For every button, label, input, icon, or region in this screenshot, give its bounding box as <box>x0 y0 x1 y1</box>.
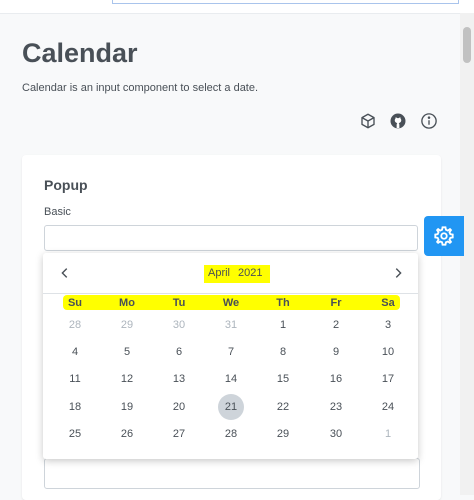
day-cell[interactable]: 7 <box>218 339 244 365</box>
date-input-secondary[interactable] <box>44 458 420 489</box>
day-cell[interactable]: 18 <box>62 394 88 420</box>
day-cell[interactable]: 27 <box>166 421 192 447</box>
day-cell[interactable]: 31 <box>218 312 244 338</box>
day-cell[interactable]: 8 <box>270 339 296 365</box>
day-cell[interactable]: 2 <box>323 312 349 338</box>
section-subtitle: Basic <box>44 206 71 218</box>
weekday-label: Su <box>67 297 83 309</box>
day-cell[interactable]: 24 <box>375 394 401 420</box>
page-description: Calendar is an input component to select… <box>22 82 259 94</box>
day-cell[interactable]: 1 <box>375 421 401 447</box>
day-cell-selected[interactable]: 21 <box>218 394 244 420</box>
config-button[interactable] <box>424 216 464 256</box>
weekday-label: Th <box>276 297 290 309</box>
calendar-header: April 2021 <box>43 253 418 294</box>
day-cell[interactable]: 1 <box>270 312 296 338</box>
next-month-button[interactable] <box>388 263 408 283</box>
day-cell[interactable]: 17 <box>375 366 401 392</box>
weekday-label: Mo <box>119 297 135 309</box>
day-cell[interactable]: 4 <box>62 339 88 365</box>
day-cell[interactable]: 19 <box>114 394 140 420</box>
chevron-left-icon <box>61 268 68 278</box>
weekday-label: We <box>222 297 240 309</box>
gear-icon <box>434 226 454 246</box>
weekday-label: Sa <box>381 297 395 309</box>
day-cell[interactable]: 10 <box>375 339 401 365</box>
chevron-right-icon <box>395 268 402 278</box>
day-cell[interactable]: 22 <box>270 394 296 420</box>
browser-top-strip <box>0 0 474 14</box>
weekday-label: Tu <box>172 297 186 309</box>
day-cell[interactable]: 30 <box>323 421 349 447</box>
day-cell[interactable]: 25 <box>62 421 88 447</box>
day-cell[interactable]: 3 <box>375 312 401 338</box>
day-cell[interactable]: 13 <box>166 366 192 392</box>
month-button[interactable]: April <box>208 267 230 279</box>
day-cell[interactable]: 28 <box>62 312 88 338</box>
calendar-title: April 2021 <box>204 265 270 283</box>
day-cell[interactable]: 30 <box>166 312 192 338</box>
day-cell[interactable]: 29 <box>270 421 296 447</box>
box-icon[interactable] <box>359 112 377 130</box>
page-title: Calendar <box>22 38 138 68</box>
day-cell[interactable]: 26 <box>114 421 140 447</box>
info-icon[interactable] <box>420 112 438 130</box>
day-cell[interactable]: 9 <box>323 339 349 365</box>
day-cell[interactable]: 23 <box>323 394 349 420</box>
github-icon[interactable] <box>389 112 407 130</box>
day-cell[interactable]: 29 <box>114 312 140 338</box>
address-bar[interactable] <box>112 0 459 4</box>
day-cell[interactable]: 15 <box>270 366 296 392</box>
date-input[interactable] <box>44 225 418 251</box>
section-title: Popup <box>44 177 88 193</box>
prev-month-button[interactable] <box>55 263 75 283</box>
day-cell[interactable]: 28 <box>218 421 244 447</box>
day-cell[interactable]: 12 <box>114 366 140 392</box>
day-cell[interactable]: 20 <box>166 394 192 420</box>
day-cell[interactable]: 11 <box>62 366 88 392</box>
day-cell[interactable]: 6 <box>166 339 192 365</box>
day-cell[interactable]: 5 <box>114 339 140 365</box>
weekday-label: Fr <box>330 297 342 309</box>
year-button[interactable]: 2021 <box>238 267 262 279</box>
day-cell[interactable]: 16 <box>323 366 349 392</box>
calendar-popup: April 2021 Su Mo Tu We Th Fr Sa 28 29 30 31 1 2 3 4 5 6 7… <box>43 253 418 459</box>
day-cell[interactable]: 14 <box>218 366 244 392</box>
scrollbar-thumb[interactable] <box>463 27 471 63</box>
